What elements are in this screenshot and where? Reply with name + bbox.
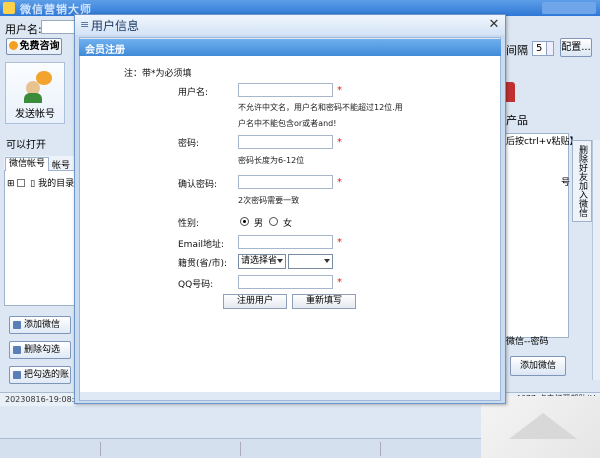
ctrlv-hint: 后按ctrl+v粘贴】 <box>506 137 579 147</box>
delete-checked-button[interactable]: 删除勾选 <box>9 341 71 359</box>
gender-female-radio[interactable] <box>269 217 278 226</box>
qq-label: QQ号码: <box>178 280 214 290</box>
gender-male-label: 男 <box>254 219 264 229</box>
add-icon <box>13 321 21 329</box>
gender-label: 性别: <box>178 219 200 229</box>
dialog-title-bar[interactable]: ≡ 用户信息 ✕ <box>75 15 505 35</box>
app-icon <box>3 2 15 14</box>
required-note: 注：带*为必须填 <box>124 69 192 79</box>
form-header-label: 会员注册 <box>85 45 125 56</box>
city-select[interactable] <box>288 254 333 269</box>
province-select[interactable]: 请选择省 <box>238 254 286 269</box>
spinner-arrows-icon[interactable] <box>546 42 553 55</box>
confirm-password-label: 确认密码: <box>178 180 218 190</box>
username-hint-line1: 不允许中文名，用户名和密码不能超过12位.用 <box>238 103 403 112</box>
chevron-down-icon <box>277 259 283 263</box>
region-label: 籍贯(省/市): <box>178 259 228 269</box>
tree-item-my-directory[interactable]: ⊞ ▯ 我的目录 <box>7 176 74 189</box>
move-checked-label: 把勾选的账 <box>24 370 70 380</box>
username-hint-line2: 户名中不能包含or或者and! <box>238 119 337 128</box>
watermark <box>481 396 600 458</box>
account-tabs: 微信帐号 帐号 <box>4 156 78 171</box>
send-account-label: 发送帐号 <box>15 109 55 120</box>
config-button[interactable]: 配置... <box>560 38 592 57</box>
required-mark: * <box>337 177 342 188</box>
gender-female-label: 女 <box>283 219 293 229</box>
confirm-password-hint: 2次密码需要一致 <box>238 196 300 205</box>
free-consult-button[interactable]: 免费咨询 <box>6 38 62 55</box>
openable-label: 可以打开 <box>6 140 46 151</box>
product-label: 产品 <box>506 114 528 127</box>
interval-spinner[interactable]: 5 <box>532 41 554 56</box>
confirm-password-field[interactable] <box>238 175 333 189</box>
eraser-icon <box>13 346 21 354</box>
menu-icon[interactable]: ≡ <box>80 18 89 31</box>
scrollbar[interactable] <box>592 140 600 380</box>
vertical-tab-delete-friends[interactable]: 删除好友加入微信号 <box>559 140 592 222</box>
person-chat-icon <box>24 71 52 103</box>
add-weixin-button[interactable]: 添加微信 <box>510 356 566 376</box>
list-icon <box>13 371 21 379</box>
add-weixin-side-button[interactable]: 添加微信 <box>9 316 71 334</box>
reset-button[interactable]: 重新填写 <box>292 294 356 309</box>
province-select-value: 请选择省 <box>241 256 278 266</box>
username-input[interactable] <box>41 20 75 34</box>
message-panel[interactable] <box>503 133 569 338</box>
add-weixin-side-label: 添加微信 <box>24 320 61 330</box>
required-mark: * <box>337 137 342 148</box>
free-consult-label: 免费咨询 <box>19 41 60 52</box>
qq-field[interactable] <box>238 275 333 289</box>
required-mark: * <box>337 237 342 248</box>
registration-form: 注：带*为必须填 用户名: * 不允许中文名，用户名和密码不能超过12位.用 户… <box>80 56 500 392</box>
password-field-label: 密码: <box>178 139 200 149</box>
interval-value: 5 <box>536 43 543 54</box>
dialog-title: 用户信息 <box>91 19 140 33</box>
required-mark: * <box>337 277 342 288</box>
password-hint: 密码长度为6-12位 <box>238 156 305 165</box>
close-icon[interactable]: ✕ <box>486 17 502 32</box>
qq-icon <box>8 41 18 50</box>
register-button[interactable]: 注册用户 <box>223 294 287 309</box>
move-checked-button[interactable]: 把勾选的账 <box>9 366 71 384</box>
required-mark: * <box>337 85 342 96</box>
checkbox[interactable] <box>17 179 26 187</box>
user-info-dialog: ≡ 用户信息 ✕ 会员注册 注：带*为必须填 用户名: * 不允许中文名，用户名… <box>74 14 506 404</box>
username-label: 用户名: <box>5 23 42 36</box>
password-field[interactable] <box>238 135 333 149</box>
window-controls[interactable] <box>542 2 596 14</box>
username-field-label: 用户名: <box>178 88 209 98</box>
gender-male-radio[interactable] <box>240 217 249 226</box>
password-format-hint: 微信--密码 <box>506 337 549 347</box>
email-field[interactable] <box>238 235 333 249</box>
tree-item-label: 我的目录 <box>38 179 75 189</box>
interval-label: 间隔 <box>506 44 528 57</box>
username-field[interactable] <box>238 83 333 97</box>
delete-checked-label: 删除勾选 <box>24 345 61 355</box>
tab-account[interactable]: 帐号 <box>52 158 70 171</box>
folder-icon: ▯ <box>30 179 36 189</box>
chevron-down-icon <box>324 259 330 263</box>
expand-icon[interactable]: ⊞ <box>7 179 15 189</box>
form-header: 会员注册 <box>79 39 501 56</box>
send-account-button[interactable]: 发送帐号 <box>5 62 65 124</box>
email-label: Email地址: <box>178 240 225 250</box>
tab-weixin-account[interactable]: 微信帐号 <box>5 157 50 171</box>
